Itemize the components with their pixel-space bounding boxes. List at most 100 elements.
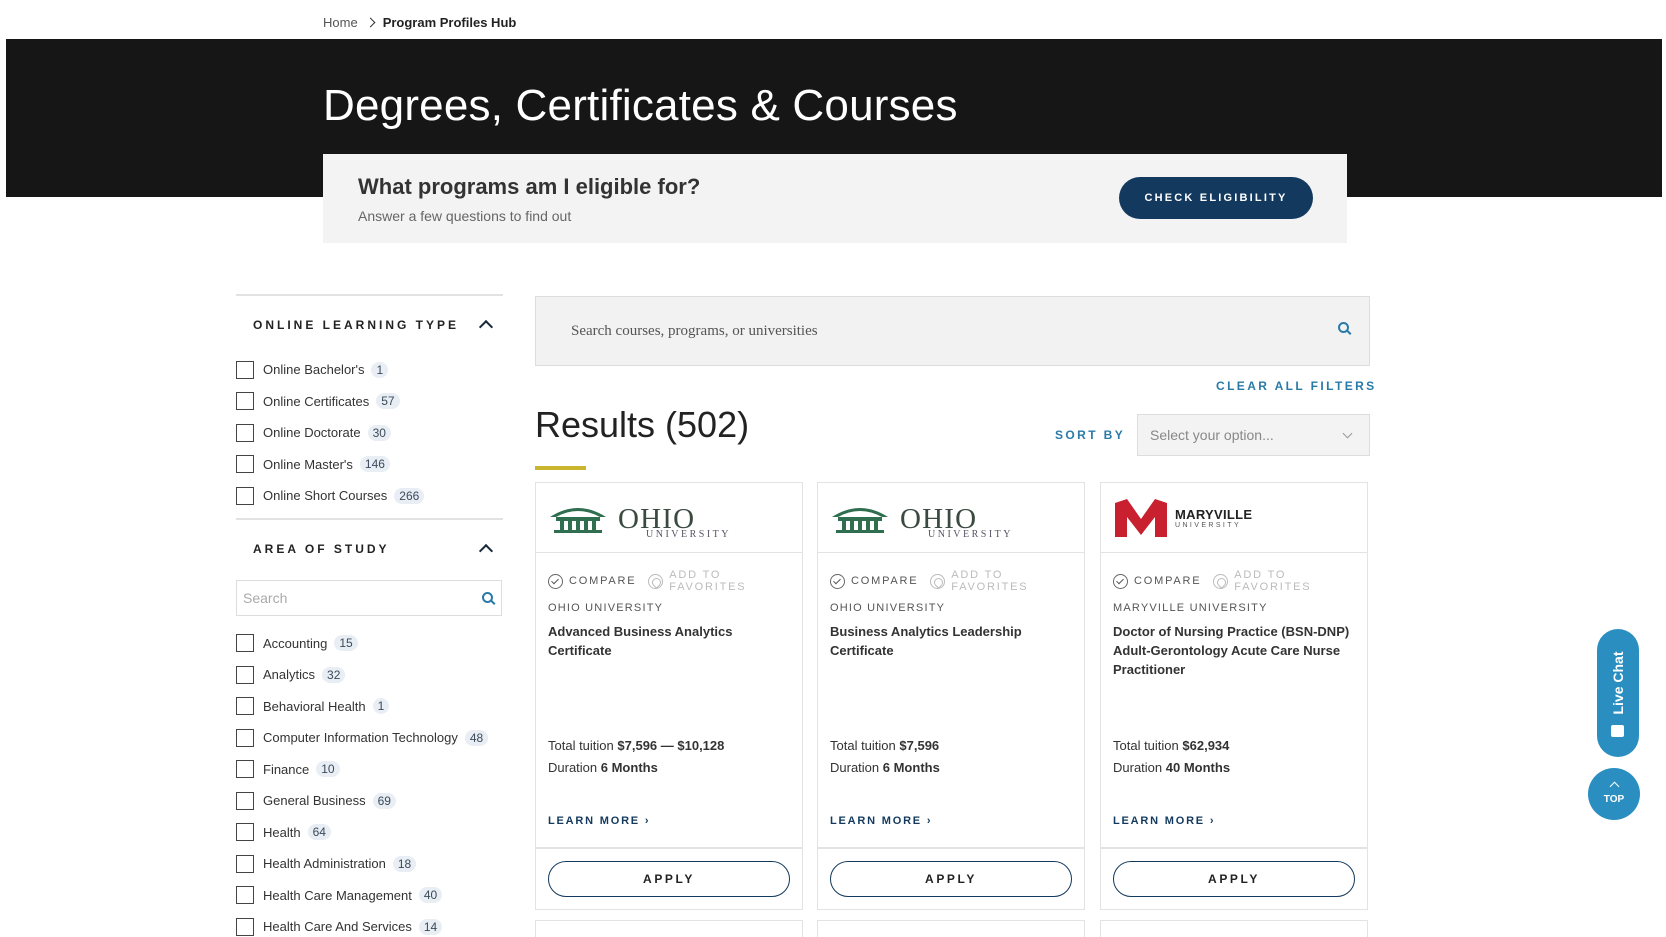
ohio-university-logo-icon <box>550 508 606 533</box>
breadcrumb-home-link[interactable]: Home <box>323 15 358 30</box>
filter-online-short-courses[interactable]: Online Short Courses 266 <box>236 480 503 512</box>
maryville-university-logo-icon <box>1115 499 1167 537</box>
checkbox[interactable] <box>236 486 254 505</box>
university-logo: OHIO UNIVERSITY <box>818 483 1084 553</box>
chat-icon <box>1611 725 1624 737</box>
checkbox[interactable] <box>236 886 254 905</box>
chevron-right-icon: › <box>926 815 933 827</box>
filter-online-certificates[interactable]: Online Certificates 57 <box>236 386 503 418</box>
page-title: Degrees, Certificates & Courses <box>323 81 958 130</box>
filter-health-care-and-services[interactable]: Health Care And Services 14 <box>236 911 503 937</box>
duration-label: Duration <box>830 760 880 775</box>
eligibility-question: What programs am I eligible for? <box>358 174 701 199</box>
add-to-favorites-toggle[interactable]: ADD TO FAVORITES <box>1213 569 1367 593</box>
apply-button[interactable]: APPLY <box>548 861 790 897</box>
program-search-input[interactable] <box>571 297 1311 365</box>
add-to-favorites-toggle[interactable]: ADD TO FAVORITES <box>930 569 1084 593</box>
program-name: Doctor of Nursing Practice (BSN-DNP) Adu… <box>1113 624 1350 677</box>
checkbox[interactable] <box>236 665 254 684</box>
program-card-partial <box>817 920 1085 937</box>
area-search-input[interactable] <box>237 580 501 615</box>
compare-toggle[interactable]: COMPARE <box>1113 573 1202 589</box>
filter-count: 40 <box>418 887 443 904</box>
learn-more-link[interactable]: LEARN MORE › <box>830 815 932 827</box>
checkbox[interactable] <box>236 854 254 873</box>
checkbox[interactable] <box>236 791 254 810</box>
apply-button[interactable]: APPLY <box>1113 861 1355 897</box>
duration-label: Duration <box>1113 760 1163 775</box>
clear-all-filters-link[interactable]: CLEAR ALL FILTERS <box>1216 379 1377 393</box>
tuition-value: $7,596 — $10,128 <box>617 738 725 753</box>
checkbox[interactable] <box>236 360 254 379</box>
checkbox[interactable] <box>236 760 254 779</box>
learn-more-link[interactable]: LEARN MORE › <box>1113 815 1215 827</box>
filter-general-business[interactable]: General Business 69 <box>236 785 503 817</box>
logo-sub: UNIVERSITY <box>1175 522 1242 529</box>
heart-icon <box>930 573 946 589</box>
area-of-study-header[interactable]: AREA OF STUDY <box>236 520 503 572</box>
learning-type-header[interactable]: ONLINE LEARNING TYPE <box>236 296 503 348</box>
duration: Duration 6 Months <box>548 760 658 775</box>
duration-label: Duration <box>548 760 598 775</box>
live-chat-label: Live Chat <box>1610 651 1626 715</box>
chevron-up-icon[interactable] <box>478 543 494 558</box>
sort-select[interactable]: Select your option... <box>1137 414 1370 456</box>
filter-label: Accounting <box>263 635 328 651</box>
apply-button[interactable]: APPLY <box>830 861 1072 897</box>
university-name: OHIO UNIVERSITY <box>548 602 664 614</box>
chevron-right-icon <box>365 17 376 27</box>
filter-behavioral-health[interactable]: Behavioral Health 1 <box>236 691 503 723</box>
checkbox[interactable] <box>236 392 254 411</box>
filter-health-administration[interactable]: Health Administration 18 <box>236 848 503 880</box>
checkbox[interactable] <box>236 728 254 747</box>
tuition-value: $62,934 <box>1182 738 1230 753</box>
filter-online-doctorate[interactable]: Online Doctorate 30 <box>236 417 503 449</box>
filter-computer-information-technology[interactable]: Computer Information Technology 48 <box>236 722 503 754</box>
filter-count: 1 <box>371 361 389 378</box>
filter-analytics[interactable]: Analytics 32 <box>236 659 503 691</box>
checkbox[interactable] <box>236 634 254 653</box>
heart-icon <box>1213 573 1229 589</box>
checkbox[interactable] <box>236 917 254 936</box>
filter-count: 57 <box>376 393 400 410</box>
search-icon[interactable] <box>1338 322 1349 333</box>
program-name: Advanced Business Analytics Certificate <box>548 624 733 658</box>
card-actions: COMPARE ADD TO FAVORITES <box>1113 569 1367 593</box>
check-circle-icon <box>830 573 845 589</box>
compare-label: COMPARE <box>569 575 637 587</box>
tuition: Total tuition $62,934 <box>1113 738 1229 753</box>
tuition-value: $7,596 <box>899 738 940 753</box>
checkbox[interactable] <box>236 455 254 474</box>
chevron-up-icon[interactable] <box>478 319 494 335</box>
back-to-top-button[interactable]: TOP <box>1588 768 1640 820</box>
filter-online-masters[interactable]: Online Master's 146 <box>236 449 503 481</box>
duration: Duration 6 Months <box>830 760 940 775</box>
checkbox[interactable] <box>236 823 254 842</box>
compare-toggle[interactable]: COMPARE <box>548 573 637 589</box>
filter-label: Health Administration <box>263 856 386 872</box>
compare-label: COMPARE <box>1134 575 1202 587</box>
live-chat-button[interactable]: Live Chat <box>1597 629 1639 757</box>
add-to-favorites-toggle[interactable]: ADD TO FAVORITES <box>648 569 802 593</box>
filter-label: Behavioral Health <box>263 698 366 714</box>
sort-select-value: Select your option... <box>1150 427 1274 443</box>
learn-more-link[interactable]: LEARN MORE › <box>548 815 650 827</box>
filter-finance[interactable]: Finance 10 <box>236 754 503 786</box>
checkbox[interactable] <box>236 697 254 716</box>
learn-more-label: LEARN MORE <box>548 815 640 827</box>
filter-online-bachelors[interactable]: Online Bachelor's 1 <box>236 354 503 386</box>
filter-label: Online Doctorate <box>263 425 361 441</box>
filter-count: 32 <box>322 666 346 683</box>
filter-health[interactable]: Health 64 <box>236 817 503 849</box>
compare-toggle[interactable]: COMPARE <box>830 573 918 589</box>
search-icon[interactable] <box>482 591 493 603</box>
logo-sub: UNIVERSITY <box>646 529 731 540</box>
filter-accounting[interactable]: Accounting 15 <box>236 628 503 660</box>
card-divider <box>818 847 1084 849</box>
filter-health-care-management[interactable]: Health Care Management 40 <box>236 880 503 912</box>
check-eligibility-button[interactable]: CHECK ELIGIBILITY <box>1119 177 1313 219</box>
filter-label: Health Care Management <box>263 887 412 903</box>
checkbox[interactable] <box>236 423 254 442</box>
favorites-label: ADD TO FAVORITES <box>1234 569 1312 593</box>
program-card: OHIO UNIVERSITY COMPARE ADD TO FAVORITES… <box>535 482 803 910</box>
